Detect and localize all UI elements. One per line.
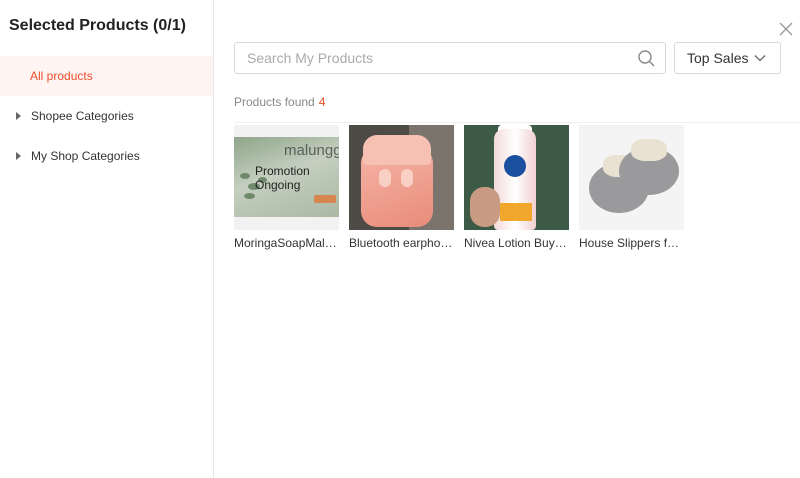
product-grid: malunggay Promotion Ongoing MoringaSoapM… bbox=[234, 125, 694, 250]
promotion-line: Promotion bbox=[255, 164, 310, 178]
search-input[interactable] bbox=[235, 43, 635, 73]
sort-selected-label: Top Sales bbox=[687, 50, 749, 66]
divider bbox=[234, 122, 800, 123]
sidebar-item-my-shop-categories[interactable]: My Shop Categories bbox=[0, 136, 213, 176]
sidebar-item-all-products[interactable]: All products bbox=[0, 56, 213, 96]
caret-right-icon bbox=[16, 112, 21, 120]
sidebar-item-shopee-categories[interactable]: Shopee Categories bbox=[0, 96, 213, 136]
search-icon[interactable] bbox=[638, 50, 655, 67]
products-found-count: 4 bbox=[318, 95, 326, 109]
product-image-brand: malunggay bbox=[284, 142, 339, 159]
product-name: MoringaSoapMalunggay bbox=[234, 236, 339, 250]
product-card[interactable]: House Slippers for Women bbox=[579, 125, 684, 250]
sidebar-item-label: My Shop Categories bbox=[31, 149, 140, 163]
sidebar-title: Selected Products (0/1) bbox=[9, 17, 186, 34]
sidebar: Selected Products (0/1) All products Sho… bbox=[0, 0, 214, 478]
product-image bbox=[579, 125, 684, 230]
product-name: Bluetooth earphones bbox=[349, 236, 454, 250]
product-image: malunggay Promotion Ongoing bbox=[234, 125, 339, 230]
sidebar-item-label: Shopee Categories bbox=[31, 109, 134, 123]
promotion-overlay: Promotion Ongoing bbox=[255, 164, 310, 192]
chevron-down-icon bbox=[754, 55, 766, 62]
caret-right-icon bbox=[16, 152, 21, 160]
sidebar-item-label: All products bbox=[30, 69, 93, 83]
product-card[interactable]: Nivea Lotion Buy 1 Take 1 bbox=[464, 125, 569, 250]
products-found: Products found 4 bbox=[234, 95, 325, 109]
search-box bbox=[234, 42, 666, 74]
products-found-label: Products found bbox=[234, 95, 315, 109]
product-image bbox=[464, 125, 569, 230]
sort-dropdown[interactable]: Top Sales bbox=[674, 42, 781, 74]
promotion-line: Ongoing bbox=[255, 178, 301, 192]
product-image bbox=[349, 125, 454, 230]
product-name: Nivea Lotion Buy 1 Take 1 bbox=[464, 236, 569, 250]
close-icon[interactable] bbox=[779, 22, 793, 36]
product-card[interactable]: malunggay Promotion Ongoing MoringaSoapM… bbox=[234, 125, 339, 250]
product-name: House Slippers for Women bbox=[579, 236, 684, 250]
product-card[interactable]: Bluetooth earphones bbox=[349, 125, 454, 250]
